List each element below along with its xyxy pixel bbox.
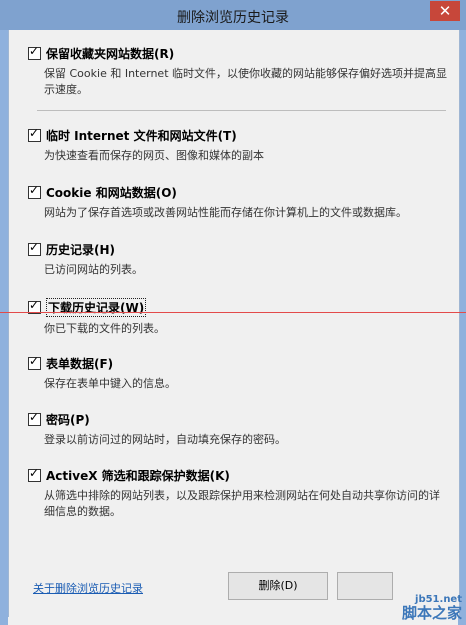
option-history: ✓ 历史记录(H) 已访问网站的列表。: [28, 241, 448, 278]
form-data-checkbox[interactable]: ✓: [28, 354, 41, 370]
checkmark-icon: ✓: [29, 298, 40, 312]
cookies-checkbox[interactable]: ✓: [28, 183, 41, 199]
preserve-favorites-description: 保留 Cookie 和 Internet 临时文件，以使你收藏的网站能够保存偏好…: [44, 67, 447, 96]
watermark-brand: 脚本之家: [401, 604, 462, 622]
activex-tracking-label[interactable]: ActiveX 筛选和跟踪保护数据(K): [46, 467, 230, 484]
delete-button[interactable]: 删除(D): [228, 572, 328, 600]
checkmark-icon: ✓: [29, 354, 40, 368]
option-download-history: ✓ 下载历史记录(W) 你已下载的文件的列表。: [28, 298, 448, 337]
history-checkbox[interactable]: ✓: [28, 240, 41, 256]
option-passwords: ✓ 密码(P) 登录以前访问过的网站时，自动填充保存的密码。: [28, 411, 448, 448]
activex-tracking-description: 从筛选中排除的网站列表，以及跟踪保护用来检测网站在何处自动共享你访问的详细信息的…: [44, 489, 440, 518]
cancel-button[interactable]: [337, 572, 393, 600]
cookies-description: 网站为了保存首选项或改善网站性能而存储在你计算机上的文件或数据库。: [44, 206, 407, 219]
title-bar[interactable]: 删除浏览历史记录 ✕: [0, 0, 466, 30]
close-icon: ✕: [438, 2, 452, 20]
preserve-favorites-checkbox[interactable]: ✓: [28, 44, 41, 60]
form-data-label[interactable]: 表单数据(F): [46, 355, 113, 372]
option-activex-tracking: ✓ ActiveX 筛选和跟踪保护数据(K) 从筛选中排除的网站列表，以及跟踪保…: [28, 467, 448, 520]
window-frame-left: [0, 30, 8, 625]
temp-files-description: 为快速查看而保存的网页、图像和媒体的副本: [44, 149, 264, 162]
activex-tracking-checkbox[interactable]: ✓: [28, 466, 41, 482]
checkmark-icon: ✓: [29, 126, 40, 140]
checkmark-icon: ✓: [29, 466, 40, 480]
option-form-data: ✓ 表单数据(F) 保存在表单中键入的信息。: [28, 355, 448, 392]
checkmark-icon: ✓: [29, 183, 40, 197]
divider: [37, 110, 446, 111]
about-delete-history-link[interactable]: 关于删除浏览历史记录: [33, 580, 143, 596]
checkmark-icon: ✓: [29, 240, 40, 254]
preserve-favorites-label[interactable]: 保留收藏夹网站数据(R): [46, 45, 174, 62]
download-history-label[interactable]: 下载历史记录(W): [46, 298, 147, 317]
history-description: 已访问网站的列表。: [44, 263, 143, 276]
form-data-description: 保存在表单中键入的信息。: [44, 377, 176, 390]
dialog-title: 删除浏览历史记录: [177, 10, 289, 26]
passwords-checkbox[interactable]: ✓: [28, 410, 41, 426]
close-button[interactable]: ✕: [430, 1, 460, 21]
annotation-line: [0, 312, 466, 313]
dialog-window: 删除浏览历史记录 ✕ ✓ 保留收藏夹网站数据(R) 保留 Cookie 和 In…: [0, 0, 466, 625]
temp-files-label[interactable]: 临时 Internet 文件和网站文件(T): [46, 127, 237, 144]
passwords-description: 登录以前访问过的网站时，自动填充保存的密码。: [44, 433, 286, 446]
cookies-label[interactable]: Cookie 和网站数据(O): [46, 184, 177, 201]
temp-files-checkbox[interactable]: ✓: [28, 126, 41, 142]
watermark: jb51.net 脚本之家: [401, 595, 462, 622]
checkmark-icon: ✓: [29, 410, 40, 424]
download-history-description: 你已下载的文件的列表。: [44, 322, 165, 335]
dialog-body: ✓ 保留收藏夹网站数据(R) 保留 Cookie 和 Internet 临时文件…: [8, 30, 460, 617]
option-temp-files: ✓ 临时 Internet 文件和网站文件(T) 为快速查看而保存的网页、图像和…: [28, 127, 448, 164]
passwords-label[interactable]: 密码(P): [46, 411, 90, 428]
history-label[interactable]: 历史记录(H): [46, 241, 115, 258]
option-cookies: ✓ Cookie 和网站数据(O) 网站为了保存首选项或改善网站性能而存储在你计…: [28, 184, 448, 221]
option-preserve-favorites: ✓ 保留收藏夹网站数据(R) 保留 Cookie 和 Internet 临时文件…: [28, 45, 448, 98]
checkmark-icon: ✓: [29, 44, 40, 58]
